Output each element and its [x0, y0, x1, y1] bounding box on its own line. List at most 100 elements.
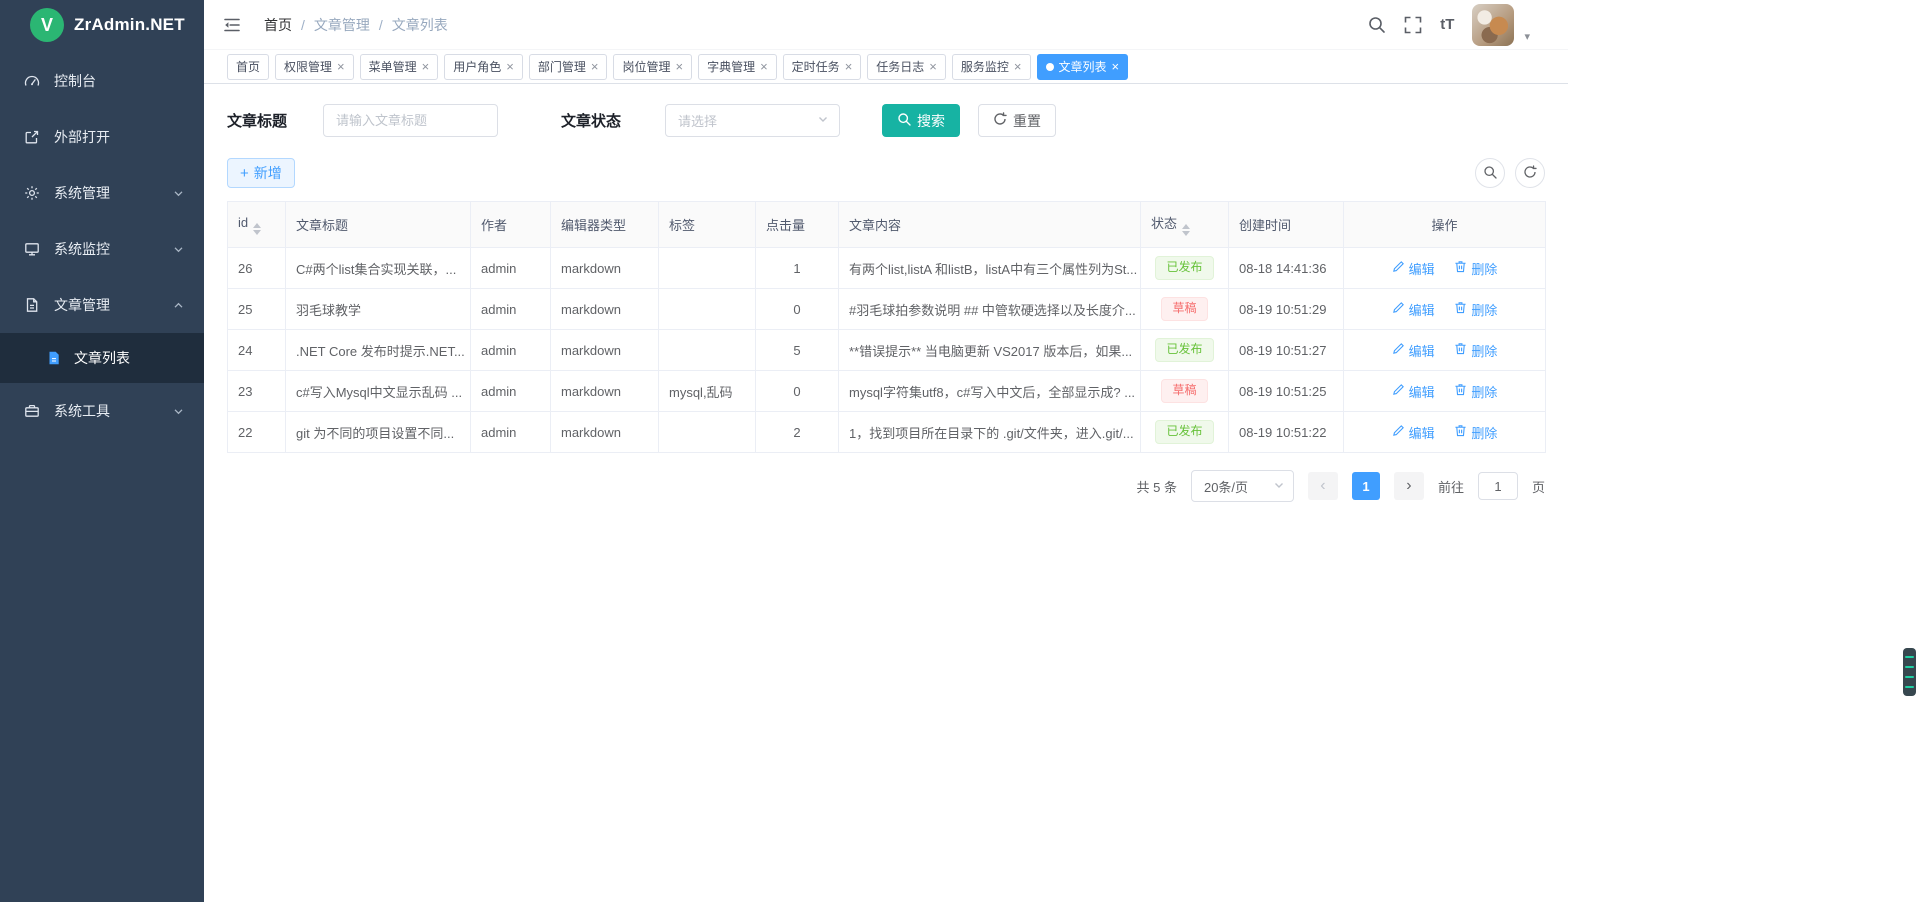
sidebar-item-article-management[interactable]: 文章管理 [0, 277, 204, 333]
scrollbar-thumb-widget[interactable] [1903, 648, 1916, 696]
tab-permission-management[interactable]: 权限管理 × [275, 54, 354, 80]
breadcrumb-separator: / [301, 17, 305, 33]
sidebar-item-external-open[interactable]: 外部打开 [0, 109, 204, 165]
sort-carets-icon[interactable] [1182, 224, 1190, 236]
close-icon[interactable]: × [675, 60, 683, 73]
breadcrumb-section[interactable]: 文章管理 [314, 15, 370, 35]
column-header-tags: 标签 [659, 202, 756, 248]
delete-link[interactable]: 删除 [1454, 423, 1497, 442]
edit-link[interactable]: 编辑 [1392, 300, 1435, 319]
table-header-row: id 文章标题 作者 编辑器类型 标签 点击量 文章内容 状态 创建时间 操作 [228, 202, 1546, 248]
breadcrumb-current: 文章列表 [392, 15, 448, 35]
pencil-icon [1392, 383, 1405, 399]
column-header-created: 创建时间 [1229, 202, 1344, 248]
cell-editor: markdown [551, 248, 659, 289]
document-icon [24, 297, 40, 313]
column-header-status[interactable]: 状态 [1141, 202, 1229, 248]
close-icon[interactable]: × [1014, 60, 1022, 73]
close-icon[interactable]: × [760, 60, 768, 73]
sidebar-item-system-management[interactable]: 系统管理 [0, 165, 204, 221]
cell-ops: 编辑 删除 [1344, 412, 1546, 453]
close-icon[interactable]: × [845, 60, 853, 73]
goto-page-input[interactable] [1478, 472, 1518, 500]
cell-hits: 0 [756, 289, 839, 330]
refresh-table-button[interactable] [1515, 158, 1545, 188]
edit-link[interactable]: 编辑 [1392, 423, 1435, 442]
cell-id: 23 [228, 371, 286, 412]
close-icon[interactable]: × [929, 60, 937, 73]
app-logo[interactable]: V ZrAdmin.NET [0, 0, 204, 50]
cell-tags [659, 412, 756, 453]
cell-created: 08-19 10:51:22 [1229, 412, 1344, 453]
edit-link[interactable]: 编辑 [1392, 382, 1435, 401]
pencil-icon [1392, 342, 1405, 358]
cell-id: 24 [228, 330, 286, 371]
user-avatar[interactable] [1472, 4, 1514, 46]
sidebar-item-label: 系统管理 [54, 183, 110, 203]
search-icon[interactable] [1367, 15, 1386, 34]
tab-user-role[interactable]: 用户角色 × [444, 54, 523, 80]
current-page[interactable]: 1 [1352, 472, 1380, 500]
breadcrumb-home[interactable]: 首页 [264, 15, 292, 35]
active-tab-dot [1046, 63, 1054, 71]
toggle-search-button[interactable] [1475, 158, 1505, 188]
cell-title: C#两个list集合实现关联，... [286, 248, 471, 289]
external-link-icon [24, 129, 40, 145]
delete-link[interactable]: 删除 [1454, 300, 1497, 319]
column-header-id[interactable]: id [228, 202, 286, 248]
chevron-down-icon [173, 244, 184, 255]
add-button[interactable]: + 新增 [227, 158, 295, 188]
page-size-select[interactable]: 20条/页 [1191, 470, 1294, 502]
tab-article-list[interactable]: 文章列表 × [1037, 54, 1129, 80]
delete-link[interactable]: 删除 [1454, 259, 1497, 278]
cell-id: 25 [228, 289, 286, 330]
toolbox-icon [24, 403, 40, 419]
article-status-select[interactable]: 请选择 [665, 104, 840, 137]
close-icon[interactable]: × [591, 60, 599, 73]
cell-author: admin [471, 289, 551, 330]
tab-menu-management[interactable]: 菜单管理 × [360, 54, 439, 80]
cell-tags [659, 289, 756, 330]
trash-icon [1454, 424, 1467, 440]
sidebar-item-dashboard[interactable]: 控制台 [0, 53, 204, 109]
sidebar-item-system-monitor[interactable]: 系统监控 [0, 221, 204, 277]
sort-carets-icon[interactable] [253, 223, 261, 235]
sidebar-item-system-tools[interactable]: 系统工具 [0, 383, 204, 439]
cell-tags [659, 248, 756, 289]
edit-link[interactable]: 编辑 [1392, 341, 1435, 360]
monitor-icon [24, 241, 40, 257]
article-status-label: 文章状态 [561, 110, 621, 131]
font-size-icon[interactable]: tT [1440, 16, 1454, 33]
article-title-input[interactable] [323, 104, 498, 137]
tab-dict-management[interactable]: 字典管理 × [698, 54, 777, 80]
close-icon[interactable]: × [422, 60, 430, 73]
status-badge: 已发布 [1155, 256, 1213, 280]
sidebar-fold-icon[interactable] [222, 15, 242, 35]
pencil-icon [1392, 424, 1405, 440]
tab-task-log[interactable]: 任务日志 × [867, 54, 946, 80]
cell-title: .NET Core 发布时提示.NET... [286, 330, 471, 371]
tab-service-monitor[interactable]: 服务监控 × [952, 54, 1031, 80]
user-menu-caret-icon[interactable]: ▾ [1524, 30, 1530, 43]
close-icon[interactable]: × [506, 60, 514, 73]
tab-post-management[interactable]: 岗位管理 × [613, 54, 692, 80]
edit-link[interactable]: 编辑 [1392, 259, 1435, 278]
next-page-button[interactable]: › [1394, 472, 1424, 500]
prev-page-button[interactable]: ‹ [1308, 472, 1338, 500]
tab-dept-management[interactable]: 部门管理 × [529, 54, 608, 80]
search-button[interactable]: 搜索 [882, 104, 960, 137]
fullscreen-icon[interactable] [1404, 16, 1422, 34]
app-title: ZrAdmin.NET [74, 15, 185, 35]
delete-link[interactable]: 删除 [1454, 341, 1497, 360]
reset-button[interactable]: 重置 [978, 104, 1056, 137]
column-header-author: 作者 [471, 202, 551, 248]
tab-scheduled-task[interactable]: 定时任务 × [783, 54, 862, 80]
cell-hits: 1 [756, 248, 839, 289]
sidebar-item-article-list[interactable]: 文章列表 [0, 333, 204, 383]
delete-link[interactable]: 删除 [1454, 382, 1497, 401]
cell-editor: markdown [551, 412, 659, 453]
tab-home[interactable]: 首页 [227, 54, 269, 80]
column-header-title: 文章标题 [286, 202, 471, 248]
close-icon[interactable]: × [337, 60, 345, 73]
close-icon[interactable]: × [1112, 60, 1120, 73]
